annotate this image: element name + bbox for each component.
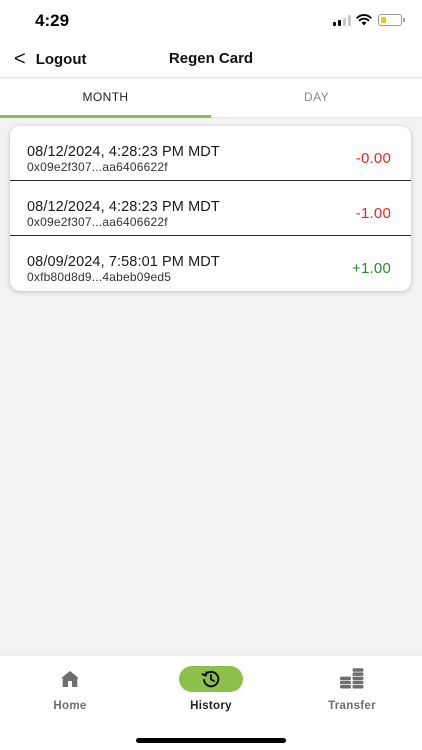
nav-transfer-label: Transfer — [328, 700, 376, 712]
nav-home[interactable]: Home — [10, 666, 130, 726]
transaction-date: 08/12/2024, 4:28:23 PM MDT — [27, 199, 220, 215]
home-indicator — [136, 738, 286, 743]
nav-home-label: Home — [53, 700, 87, 712]
history-icon — [179, 666, 243, 692]
home-icon — [38, 666, 102, 692]
transaction-amount: +1.00 — [352, 260, 391, 277]
transactions-card: 08/12/2024, 4:28:23 PM MDT 0x09e2f307...… — [10, 126, 411, 291]
transaction-hash: 0x09e2f307...aa6406622f — [27, 160, 168, 174]
transaction-row[interactable]: 08/12/2024, 4:28:23 PM MDT 0x09e2f307...… — [10, 181, 411, 236]
nav-history-label: History — [190, 700, 232, 712]
transaction-hash: 0x09e2f307...aa6406622f — [27, 215, 168, 229]
transaction-date: 08/12/2024, 4:28:23 PM MDT — [27, 144, 220, 160]
transaction-row[interactable]: 08/12/2024, 4:28:23 PM MDT 0x09e2f307...… — [10, 126, 411, 181]
nav-header: < Logout Regen Card — [0, 40, 422, 78]
transaction-date: 08/09/2024, 7:58:01 PM MDT — [27, 254, 220, 270]
tab-month[interactable]: MONTH — [0, 79, 211, 118]
period-tabs: MONTH DAY — [0, 79, 422, 118]
cellular-signal-icon — [333, 15, 351, 26]
transaction-row[interactable]: 08/09/2024, 7:58:01 PM MDT 0xfb80d8d9...… — [10, 236, 411, 291]
transaction-amount: -0.00 — [355, 150, 391, 167]
coins-icon — [320, 666, 384, 692]
status-bar: 4:29 — [0, 0, 422, 40]
status-time: 4:29 — [35, 11, 70, 30]
app-screen: 4:29 < Logout Regen Card MONTH DAY 08/12… — [0, 0, 422, 750]
nav-transfer[interactable]: Transfer — [292, 666, 412, 726]
page-title: Regen Card — [168, 50, 254, 67]
bottom-tab-bar: Home History Transfer — [0, 655, 422, 750]
battery-icon — [378, 14, 405, 26]
nav-history[interactable]: History — [151, 666, 271, 726]
transaction-hash: 0xfb80d8d9...4abeb09ed5 — [27, 270, 172, 284]
battery-level — [380, 16, 386, 23]
tab-day[interactable]: DAY — [211, 79, 422, 117]
wifi-icon — [356, 14, 372, 26]
transaction-amount: -1.00 — [355, 205, 391, 222]
